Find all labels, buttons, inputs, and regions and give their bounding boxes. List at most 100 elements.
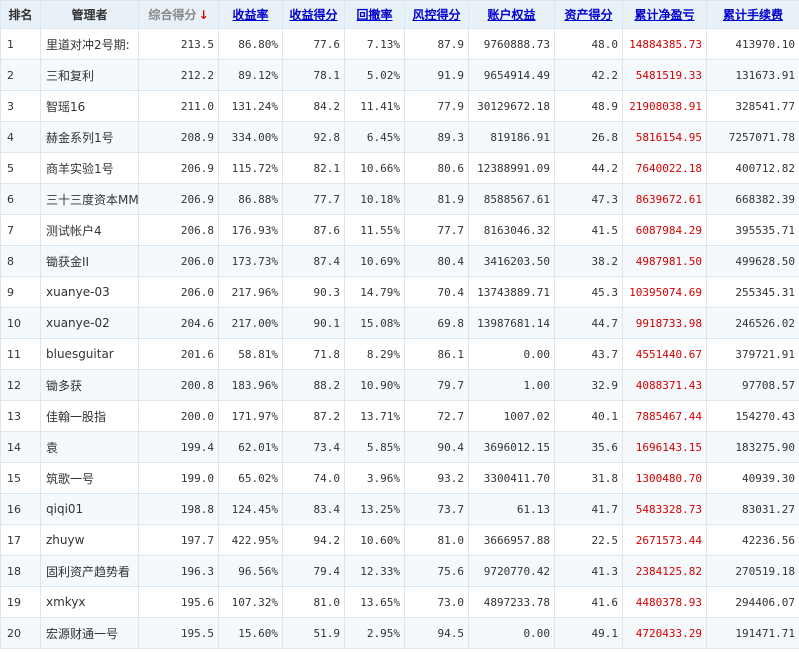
table-row: 1 里道对冲2号期: 213.5 86.80% 77.6 7.13% 87.9 9760888…	[0, 28, 799, 60]
cell-equity: 1007.02	[468, 400, 555, 432]
cell-return-score: 74.0	[282, 462, 345, 494]
cell-return-score: 77.7	[282, 183, 345, 215]
cell-risk-score: 81.0	[404, 524, 469, 556]
cell-return-rate: 107.32%	[218, 586, 283, 618]
cell-fees: 131673.91	[706, 59, 799, 91]
cell-asset-score: 26.8	[554, 121, 623, 153]
cell-risk-score: 77.9	[404, 90, 469, 122]
cell-fees: 379721.91	[706, 338, 799, 370]
cell-manager: 三十三度资本MM	[40, 183, 139, 215]
cell-risk-score: 80.6	[404, 152, 469, 184]
header-equity[interactable]: 账户权益	[468, 0, 555, 29]
cell-score: 206.0	[138, 276, 219, 308]
cell-return-rate: 65.02%	[218, 462, 283, 494]
table-row: 2 三和复利 212.2 89.12% 78.1 5.02% 91.9 9654914.49 4…	[0, 59, 799, 91]
header-fees[interactable]: 累计手续费	[706, 0, 799, 29]
cell-asset-score: 44.2	[554, 152, 623, 184]
table-row: 15 筑歌一号 199.0 65.02% 74.0 3.96% 93.2 3300411.70…	[0, 462, 799, 494]
table-row: 5 商羊实验1号 206.9 115.72% 82.1 10.66% 80.6 1238899…	[0, 152, 799, 184]
table-row: 4 赫金系列1号 208.9 334.00% 92.8 6.45% 89.3 819186.9…	[0, 121, 799, 153]
header-manager: 管理者	[40, 0, 139, 29]
cell-net-profit: 14884385.73	[622, 28, 707, 60]
header-asset-score[interactable]: 资产得分	[554, 0, 623, 29]
cell-asset-score: 48.0	[554, 28, 623, 60]
cell-net-profit: 4987981.50	[622, 245, 707, 277]
cell-return-rate: 86.88%	[218, 183, 283, 215]
cell-rank: 9	[0, 276, 41, 308]
cell-drawdown: 14.79%	[344, 276, 405, 308]
cell-return-rate: 171.97%	[218, 400, 283, 432]
cell-return-score: 78.1	[282, 59, 345, 91]
cell-rank: 6	[0, 183, 41, 215]
cell-net-profit: 21908038.91	[622, 90, 707, 122]
cell-score: 199.4	[138, 431, 219, 463]
cell-net-profit: 5481519.33	[622, 59, 707, 91]
cell-return-rate: 131.24%	[218, 90, 283, 122]
cell-net-profit: 1300480.70	[622, 462, 707, 494]
cell-fees: 668382.39	[706, 183, 799, 215]
header-score[interactable]: 综合得分 ↓	[138, 0, 219, 29]
cell-return-rate: 334.00%	[218, 121, 283, 153]
cell-drawdown: 12.33%	[344, 555, 405, 587]
cell-drawdown: 2.95%	[344, 617, 405, 649]
cell-score: 206.0	[138, 245, 219, 277]
cell-equity: 0.00	[468, 338, 555, 370]
cell-net-profit: 2384125.82	[622, 555, 707, 587]
cell-return-score: 92.8	[282, 121, 345, 153]
cell-drawdown: 13.65%	[344, 586, 405, 618]
header-risk-score[interactable]: 风控得分	[404, 0, 469, 29]
cell-score: 200.8	[138, 369, 219, 401]
header-return-score[interactable]: 收益得分	[282, 0, 345, 29]
cell-equity: 3300411.70	[468, 462, 555, 494]
cell-net-profit: 7885467.44	[622, 400, 707, 432]
cell-asset-score: 43.7	[554, 338, 623, 370]
cell-return-score: 94.2	[282, 524, 345, 556]
cell-asset-score: 38.2	[554, 245, 623, 277]
cell-risk-score: 90.4	[404, 431, 469, 463]
cell-fees: 400712.82	[706, 152, 799, 184]
cell-drawdown: 6.45%	[344, 121, 405, 153]
cell-net-profit: 4720433.29	[622, 617, 707, 649]
cell-return-score: 73.4	[282, 431, 345, 463]
cell-score: 206.8	[138, 214, 219, 246]
cell-score: 196.3	[138, 555, 219, 587]
cell-return-rate: 58.81%	[218, 338, 283, 370]
table-row: 9 xuanye-03 206.0 217.96% 90.3 14.79% 70.4 1374…	[0, 276, 799, 308]
cell-net-profit: 9918733.98	[622, 307, 707, 339]
cell-manager: xmkyx	[40, 586, 139, 618]
cell-manager: xuanye-03	[40, 276, 139, 308]
cell-equity: 1.00	[468, 369, 555, 401]
cell-asset-score: 47.3	[554, 183, 623, 215]
cell-net-profit: 6087984.29	[622, 214, 707, 246]
cell-risk-score: 73.0	[404, 586, 469, 618]
table-row: 19 xmkyx 195.6 107.32% 81.0 13.65% 73.0 4897233…	[0, 586, 799, 618]
cell-rank: 15	[0, 462, 41, 494]
cell-score: 198.8	[138, 493, 219, 525]
header-drawdown[interactable]: 回撤率	[344, 0, 405, 29]
cell-asset-score: 42.2	[554, 59, 623, 91]
cell-score: 199.0	[138, 462, 219, 494]
cell-risk-score: 87.9	[404, 28, 469, 60]
cell-net-profit: 4480378.93	[622, 586, 707, 618]
cell-drawdown: 11.41%	[344, 90, 405, 122]
cell-rank: 11	[0, 338, 41, 370]
cell-rank: 20	[0, 617, 41, 649]
cell-return-score: 77.6	[282, 28, 345, 60]
cell-risk-score: 81.9	[404, 183, 469, 215]
cell-drawdown: 11.55%	[344, 214, 405, 246]
cell-risk-score: 73.7	[404, 493, 469, 525]
cell-return-rate: 89.12%	[218, 59, 283, 91]
cell-rank: 3	[0, 90, 41, 122]
cell-risk-score: 70.4	[404, 276, 469, 308]
cell-score: 213.5	[138, 28, 219, 60]
header-return-rate[interactable]: 收益率	[218, 0, 283, 29]
header-net-profit[interactable]: 累计净盈亏	[622, 0, 707, 29]
cell-fees: 413970.10	[706, 28, 799, 60]
cell-net-profit: 1696143.15	[622, 431, 707, 463]
table-row: 17 zhuyw 197.7 422.95% 94.2 10.60% 81.0 3666957…	[0, 524, 799, 556]
cell-return-rate: 183.96%	[218, 369, 283, 401]
cell-drawdown: 3.96%	[344, 462, 405, 494]
cell-asset-score: 44.7	[554, 307, 623, 339]
cell-risk-score: 69.8	[404, 307, 469, 339]
cell-drawdown: 13.25%	[344, 493, 405, 525]
